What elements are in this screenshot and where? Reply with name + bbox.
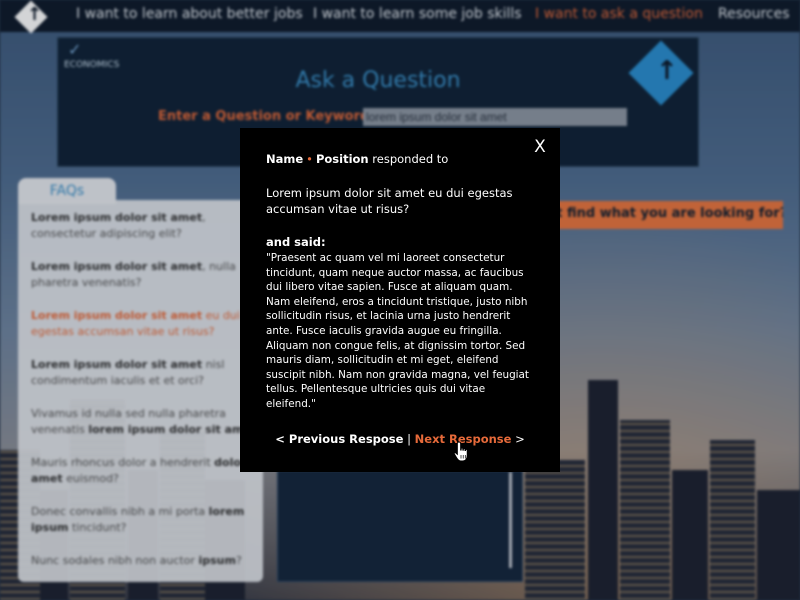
close-icon[interactable]: X [531, 138, 549, 156]
previous-response-link[interactable]: < Previous Respose [275, 432, 403, 446]
response-quote: "Praesent ac quam vel mi laoreet consect… [266, 252, 529, 410]
next-arrow: > [515, 432, 525, 446]
responder-position: Position [315, 152, 369, 166]
response-pager: < Previous Respose | Next Response > [240, 432, 560, 446]
question-text: Lorem ipsum dolor sit amet eu dui egesta… [266, 186, 513, 216]
responder-name: Name [266, 152, 304, 166]
responder-separator: • [306, 152, 313, 166]
responded-to-text: responded to [372, 152, 449, 166]
responder-line: Name • Position responded to [266, 152, 448, 166]
response-modal: X Name • Position responded to Lorem ipsum… [240, 128, 560, 472]
hand-pointer-icon [453, 441, 468, 462]
pager-divider: | [407, 432, 411, 446]
said-label: and said: [266, 235, 326, 249]
